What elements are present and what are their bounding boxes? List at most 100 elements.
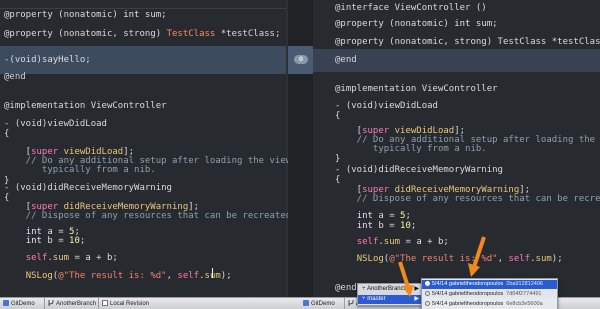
branch-menu: ⑂ AnotherBranch ▶ ⑂ master ▶ bbox=[357, 283, 423, 306]
code-token: = a + b; bbox=[400, 237, 449, 247]
commit-radio-icon bbox=[425, 291, 430, 296]
text-cursor bbox=[212, 268, 213, 278]
code-line[interactable]: @property (nonatomic, strong) TestClass … bbox=[335, 37, 600, 47]
code-token: int bbox=[123, 10, 140, 20]
code-token: 10 bbox=[400, 221, 411, 231]
code-token: , bbox=[497, 254, 509, 264]
diff-change-badge[interactable]: 0 bbox=[294, 55, 308, 64]
code-line[interactable]: int b = 10; bbox=[335, 221, 417, 231]
code-line[interactable]: -(void)sayHello; bbox=[4, 55, 91, 65]
code-token: sum; bbox=[139, 10, 167, 20]
code-token: TestClass bbox=[166, 29, 216, 39]
right-editor-pane[interactable]: @interface ViewController () @property (n… bbox=[313, 0, 600, 297]
code-line[interactable]: int a = 5; bbox=[335, 211, 411, 221]
code-line[interactable]: @interface ViewController () bbox=[335, 3, 487, 13]
code-token: @property (nonatomic, strong) bbox=[4, 29, 167, 39]
code-token: int bbox=[25, 236, 42, 246]
commit-menu-item[interactable]: 5/4/14 gabrieltheodoropoulos 6e8cb3e5600a bbox=[422, 300, 557, 309]
revision-crumb[interactable]: Local Revision bbox=[102, 300, 149, 307]
code-token: = a + b; bbox=[69, 253, 118, 263]
code-token: a = bbox=[372, 211, 401, 221]
code-line[interactable]: @property (nonatomic) int sum; bbox=[4, 10, 167, 20]
version-editor-window: @property (nonatomic) int sum; @property … bbox=[0, 0, 600, 309]
commit-menu-item[interactable]: 5/4/14 gabrieltheodoropoulos 2ba912812406 bbox=[422, 280, 557, 289]
code-token: } bbox=[335, 154, 341, 164]
branch-crumb[interactable]: AnotherBranch bbox=[48, 300, 96, 307]
code-token: { bbox=[335, 175, 341, 185]
code-token: @implementation ViewController bbox=[4, 101, 167, 111]
code-line[interactable]: @end bbox=[335, 55, 357, 65]
code-token: - (void)viewDidLoad bbox=[335, 101, 438, 111]
code-token: @end bbox=[4, 72, 26, 82]
code-line[interactable]: - (void)didReceiveMemoryWarning bbox=[4, 183, 172, 193]
document-icon bbox=[102, 300, 108, 306]
branch-icon bbox=[48, 300, 54, 306]
code-line[interactable]: - (void)viewDidLoad bbox=[335, 101, 438, 111]
code-line[interactable]: @end bbox=[4, 72, 26, 82]
code-token: sum bbox=[52, 253, 70, 263]
code-token: typically from a nib. bbox=[335, 144, 487, 154]
code-token: @property (nonatomic) bbox=[335, 19, 455, 29]
code-token: ; bbox=[79, 236, 86, 246]
code-token: ); bbox=[220, 271, 232, 281]
code-line[interactable]: { bbox=[335, 111, 340, 121]
branch-menu-item[interactable]: ⑂ AnotherBranch ▶ bbox=[358, 285, 422, 294]
code-token: sum bbox=[383, 237, 401, 247]
code-token: ; bbox=[410, 221, 417, 231]
code-line[interactable]: @implementation ViewController bbox=[335, 84, 498, 94]
code-token: @property (nonatomic, strong) TestClass … bbox=[335, 37, 600, 47]
code-line[interactable]: typically from a nib. bbox=[335, 144, 487, 154]
branch-icon bbox=[348, 300, 354, 306]
crumb-separator bbox=[344, 298, 345, 309]
code-token: // Dispose of any resources that can be … bbox=[4, 211, 288, 221]
code-token: // Dispose of any resources that can be … bbox=[335, 194, 600, 204]
code-token: ; bbox=[405, 211, 411, 221]
code-line[interactable]: // Dispose of any resources that can be … bbox=[335, 194, 600, 204]
code-line[interactable]: int b = 10; bbox=[4, 236, 86, 246]
crumb-separator bbox=[44, 298, 45, 309]
branch-menu-item[interactable]: ⑂ master ▶ bbox=[358, 295, 422, 304]
project-crumb[interactable]: GitDemo bbox=[303, 300, 335, 307]
code-line[interactable]: - (void)viewDidLoad bbox=[4, 119, 107, 129]
code-line[interactable]: NSLog(@"The result is: %d", self.sum); bbox=[335, 254, 563, 264]
code-line[interactable]: { bbox=[4, 129, 9, 139]
project-crumb[interactable]: GitDemo bbox=[3, 300, 35, 307]
code-token: int bbox=[356, 211, 373, 221]
commit-menu: 5/4/14 gabrieltheodoropoulos 2ba912812406… bbox=[421, 278, 558, 309]
code-token: @property (nonatomic) bbox=[4, 10, 124, 20]
project-icon bbox=[303, 300, 309, 306]
commit-radio-icon bbox=[425, 301, 430, 306]
code-line[interactable]: // Dispose of any resources that can be … bbox=[4, 211, 288, 221]
code-token: int bbox=[454, 19, 471, 29]
code-token: self bbox=[25, 253, 48, 263]
code-token: typically from a nib. bbox=[4, 165, 156, 175]
commit-menu-item[interactable]: 5/4/14 gabrieltheodoropoulos 7d04f2774491 bbox=[422, 290, 557, 299]
diff-gutter bbox=[288, 0, 313, 297]
crumb-separator bbox=[98, 298, 99, 309]
code-line[interactable]: @property (nonatomic, strong) TestClass … bbox=[4, 29, 280, 39]
code-token: self bbox=[508, 254, 531, 264]
code-line[interactable]: typically from a nib. bbox=[4, 165, 156, 175]
code-line[interactable]: @end bbox=[335, 283, 357, 293]
code-line[interactable]: @implementation ViewController bbox=[4, 101, 167, 111]
submenu-arrow-icon: ▶ bbox=[414, 286, 419, 292]
code-token: @"The result is: %d" bbox=[58, 271, 167, 281]
code-line[interactable]: } bbox=[335, 154, 340, 164]
code-line[interactable]: - (void)didReceiveMemoryWarning bbox=[335, 165, 503, 175]
code-token: - (void)viewDidLoad bbox=[4, 119, 107, 129]
code-line[interactable]: self.sum = a + b; bbox=[4, 253, 118, 263]
left-editor-pane[interactable]: @property (nonatomic) int sum; @property … bbox=[0, 0, 288, 297]
left-jump-bar: GitDemo AnotherBranch Local Revision bbox=[0, 297, 300, 309]
code-token: - (void)didReceiveMemoryWarning bbox=[4, 183, 172, 193]
code-line[interactable]: NSLog(@"The result is: %d", self.sum); bbox=[4, 271, 232, 281]
code-line[interactable]: { bbox=[335, 175, 340, 185]
code-token: sum; bbox=[470, 19, 498, 29]
code-line[interactable]: self.sum = a + b; bbox=[335, 237, 449, 247]
code-token: @implementation ViewController bbox=[335, 84, 498, 94]
code-line[interactable]: @property (nonatomic) int sum; bbox=[335, 19, 498, 29]
code-token: self bbox=[177, 271, 200, 281]
code-token: NSLog bbox=[25, 271, 53, 281]
